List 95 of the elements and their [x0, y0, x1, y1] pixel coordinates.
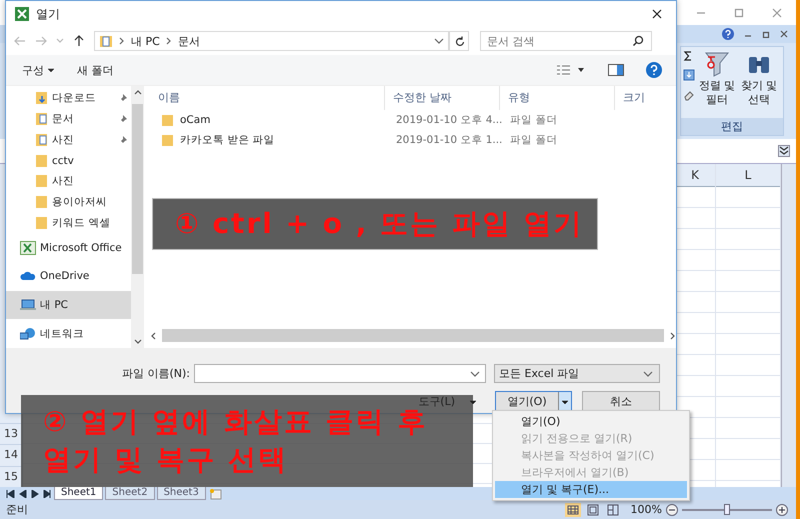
- annotation-text: ① ctrl + o , 또는 파일 열기: [175, 206, 585, 242]
- normal-view-icon[interactable]: [564, 502, 581, 516]
- menu-item[interactable]: 열기(O): [495, 413, 687, 430]
- status-text: 준비: [6, 502, 28, 517]
- close-icon[interactable]: [652, 9, 662, 19]
- sidebar-item[interactable]: Microsoft Office: [6, 233, 131, 262]
- eraser-icon[interactable]: [683, 89, 695, 101]
- folder-icon: [36, 174, 48, 188]
- chevron-down-icon[interactable]: [434, 36, 444, 46]
- refresh-button[interactable]: [449, 31, 469, 51]
- breadcrumb-item[interactable]: 내 PC: [131, 34, 160, 48]
- caret-icon: [47, 66, 55, 74]
- chevron-right-icon[interactable]: [118, 36, 126, 46]
- chevron-down-icon[interactable]: [470, 369, 480, 379]
- file-row[interactable]: 카카오톡 받은 파일 2019-01-10 오후 1... 파일 폴더: [150, 130, 676, 150]
- column-header[interactable]: 이름: [150, 86, 385, 110]
- address-bar[interactable]: 내 PC 문서: [94, 31, 449, 51]
- chevron-down-icon: [643, 368, 653, 378]
- caret-icon: [469, 398, 477, 406]
- horizontal-scrollbar[interactable]: [150, 329, 676, 342]
- column-header[interactable]: 수정한 날짜: [385, 86, 500, 110]
- sidebar-item[interactable]: 용이아저씨: [6, 192, 131, 213]
- zoom-level: 100%: [630, 503, 662, 516]
- spreadsheet-icon: [14, 6, 30, 22]
- folder-icon: [162, 134, 174, 146]
- sidebar-item[interactable]: 내 PC: [6, 290, 131, 320]
- folder-icon: [36, 216, 48, 230]
- zoom-in-icon[interactable]: [776, 504, 788, 516]
- sidebar-item[interactable]: 네트워크: [6, 319, 131, 348]
- document-folder-icon: [99, 34, 113, 48]
- sidebar-item[interactable]: 사진: [6, 171, 131, 192]
- sidebar-item[interactable]: OneDrive: [6, 262, 131, 291]
- annotation-text: 열기 및 복구 선택: [43, 442, 290, 478]
- menu-item[interactable]: 열기 및 복구(E)...: [495, 481, 687, 498]
- help-icon[interactable]: [722, 28, 734, 40]
- expand-icon[interactable]: [778, 145, 790, 157]
- scroll-right-icon[interactable]: [668, 332, 676, 340]
- help-icon[interactable]: [646, 62, 662, 78]
- column-header[interactable]: 유형: [500, 86, 615, 110]
- folder-icon: [162, 114, 174, 126]
- zoom-out-icon[interactable]: [666, 504, 678, 516]
- page-layout-icon[interactable]: [584, 502, 601, 516]
- window-title: 열기: [36, 6, 60, 22]
- sheet-tab[interactable]: Sheet3: [156, 487, 206, 500]
- restore-icon[interactable]: [762, 30, 770, 38]
- cancel-button[interactable]: 취소: [582, 391, 660, 412]
- sidebar-item[interactable]: 다운로드: [6, 88, 131, 109]
- sidebar-item[interactable]: cctv: [6, 150, 131, 172]
- vertical-scrollbar[interactable]: [781, 164, 796, 487]
- fill-icon[interactable]: [683, 69, 695, 81]
- toolbar-button[interactable]: 새 폴더: [77, 62, 114, 78]
- breadcrumb-item[interactable]: 문서: [178, 34, 200, 48]
- dropdown-button[interactable]: [559, 392, 571, 411]
- toolbar-button[interactable]: 구성: [22, 62, 55, 78]
- file-name-label: 파일 이름(N):: [122, 366, 190, 381]
- sheet-tab[interactable]: Sheet2: [105, 487, 155, 500]
- file-name-field[interactable]: [194, 364, 486, 383]
- document-folder-icon: [36, 132, 48, 147]
- cloud-icon: [20, 271, 36, 282]
- document-folder-icon: [36, 112, 48, 126]
- group-label: 편집: [681, 118, 783, 135]
- sidebar-item[interactable]: 사진: [6, 130, 131, 150]
- refresh-icon: [454, 36, 464, 46]
- view-options-icon[interactable]: [556, 64, 586, 76]
- spreadsheet-icon: [20, 240, 36, 255]
- sidebar-scrollbar[interactable]: [131, 86, 144, 348]
- sidebar-item[interactable]: 키워드 엑셀: [6, 212, 131, 234]
- network-icon: [20, 326, 36, 341]
- download-folder-icon: [36, 91, 48, 106]
- maximize-icon[interactable]: [734, 8, 744, 18]
- sum-icon[interactable]: [683, 51, 693, 61]
- sheet-nav-icon[interactable]: [4, 490, 52, 498]
- chevron-right-icon[interactable]: [164, 36, 173, 46]
- folder-icon: [36, 154, 48, 168]
- column-header[interactable]: K: [675, 164, 715, 187]
- sidebar-item[interactable]: 문서: [6, 108, 131, 130]
- column-header[interactable]: 크기: [615, 86, 673, 110]
- sheet-tab[interactable]: Sheet1: [54, 487, 104, 500]
- preview-pane-icon[interactable]: [608, 64, 624, 76]
- search-field[interactable]: 문서 검색: [480, 31, 652, 51]
- search-icon: [632, 35, 644, 47]
- zoom-slider-thumb[interactable]: [724, 504, 730, 514]
- up-icon[interactable]: [73, 35, 85, 47]
- file-row[interactable]: oCam 2019-01-10 오후 4... 파일 폴더: [150, 110, 676, 130]
- column-header[interactable]: L: [716, 164, 780, 187]
- folder-icon: [36, 195, 48, 210]
- caret-icon: [561, 398, 569, 406]
- scroll-left-icon[interactable]: [150, 332, 158, 340]
- scroll-up-icon[interactable]: [134, 88, 142, 96]
- ribbon-button[interactable]: 정렬 및 필터: [697, 49, 737, 116]
- scroll-down-icon[interactable]: [134, 338, 142, 346]
- page-break-icon[interactable]: [604, 502, 621, 516]
- computer-icon: [20, 299, 36, 312]
- file-type-dropdown[interactable]: 모든 Excel 파일: [494, 364, 660, 383]
- ribbon-button[interactable]: 찾기 및 선택: [739, 49, 779, 116]
